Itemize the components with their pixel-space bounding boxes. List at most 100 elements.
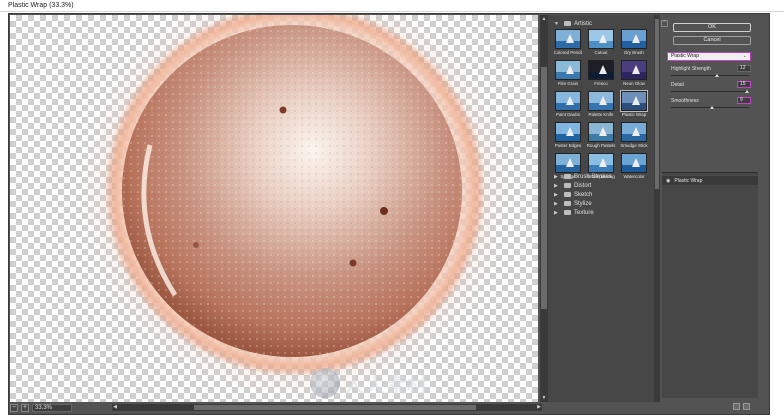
filter-thumbnail-image xyxy=(588,153,614,173)
filter-thumbnail-label: Colored Pencil xyxy=(553,50,583,55)
sailboat-icon xyxy=(566,34,574,43)
folder-label: Brush Strokes xyxy=(574,173,612,180)
folder-icon xyxy=(564,201,571,206)
folder-label: Artistic xyxy=(574,20,592,27)
folder-label: Texture xyxy=(574,209,594,216)
chevron-right-icon[interactable]: ▶ xyxy=(554,183,561,189)
chevron-right-icon[interactable]: ▶ xyxy=(554,192,561,198)
filter-folder[interactable]: ▶ Texture xyxy=(554,208,594,217)
preview-vertical-scrollbar[interactable]: ▲ ▼ xyxy=(540,15,548,402)
filter-folder[interactable]: ▶ Brush Strokes xyxy=(554,172,612,181)
filter-thumbnail-label: Fresco xyxy=(594,81,608,86)
filter-thumbnail[interactable]: Watercolor xyxy=(619,153,649,179)
chevron-right-icon[interactable]: ▶ xyxy=(554,210,561,216)
folder-label: Sketch xyxy=(574,191,593,198)
zoom-controls: − + 33.3% xyxy=(10,403,72,413)
filter-thumbnail[interactable]: Neon Glow xyxy=(619,60,649,86)
delete-effect-layer-icon[interactable] xyxy=(743,403,750,410)
filter-thumbnail-image xyxy=(555,91,581,111)
filter-thumbnail[interactable]: Plastic Wrap xyxy=(619,90,649,117)
scroll-left-icon[interactable]: ◀ xyxy=(112,404,118,411)
filter-type-select[interactable]: Plastic Wrap ⌄ xyxy=(667,52,751,61)
param-value-input[interactable]: 12 xyxy=(737,65,751,72)
filter-thumbnail[interactable]: Palette Knife xyxy=(586,91,616,117)
sailboat-icon xyxy=(599,34,607,43)
scrollbar-thumb[interactable] xyxy=(541,67,547,309)
filter-thumbnail[interactable]: Rough Pastels xyxy=(586,122,616,148)
slider-knob[interactable] xyxy=(745,90,749,93)
folder-label: Stylize xyxy=(574,200,592,207)
filter-thumbnail-image xyxy=(620,90,648,112)
folder-icon xyxy=(564,210,571,215)
filter-thumbnail[interactable]: Cutout xyxy=(586,29,616,55)
chevron-down-icon[interactable]: ▼ xyxy=(554,21,561,27)
filter-folder[interactable]: ▶ Sketch xyxy=(554,190,592,199)
filter-thumbnail-label: Smudge Stick xyxy=(620,143,648,148)
scrollbar-thumb[interactable] xyxy=(655,19,659,189)
watermark-logo xyxy=(310,368,340,398)
param-label: Detail xyxy=(671,82,684,88)
filter-thumbnail[interactable]: Film Grain xyxy=(553,60,583,86)
filter-thumbnail-image xyxy=(555,153,581,173)
new-effect-layer-icon[interactable] xyxy=(733,403,740,410)
filter-folder[interactable]: ▶ Distort xyxy=(554,181,591,190)
filter-thumbnail[interactable]: Colored Pencil xyxy=(553,29,583,55)
param-label: Smoothness xyxy=(671,98,699,104)
filter-thumbnail-label: Rough Pastels xyxy=(586,143,616,148)
chevron-right-icon[interactable]: ▶ xyxy=(554,201,561,207)
slider-track[interactable] xyxy=(671,75,749,76)
chevron-down-icon: ⌄ xyxy=(742,53,747,59)
filter-thumbnail-image xyxy=(588,60,614,80)
slider-knob[interactable] xyxy=(710,106,714,109)
filter-thumbnail-image xyxy=(555,60,581,80)
zoom-level-select[interactable]: 33.3% xyxy=(32,404,72,412)
sailboat-icon xyxy=(599,158,607,167)
filter-thumbnail[interactable]: Smudge Stick xyxy=(619,122,649,148)
sailboat-icon xyxy=(566,158,574,167)
sailboat-icon xyxy=(632,34,640,43)
cancel-button[interactable]: Cancel xyxy=(673,36,751,45)
scroll-right-icon[interactable]: ▶ xyxy=(536,404,542,411)
filter-thumbnail-image xyxy=(588,29,614,49)
effect-layer-row[interactable]: ◉ Plastic Wrap xyxy=(662,176,758,185)
param-value-input[interactable]: 15 xyxy=(737,81,751,88)
filter-thumbnail-label: Film Grain xyxy=(557,81,579,86)
filter-thumbnail-label: Plastic Wrap xyxy=(621,112,647,117)
preview-horizontal-scrollbar[interactable]: ◀ ▶ xyxy=(112,404,542,411)
slider-knob[interactable] xyxy=(715,74,719,77)
eye-icon[interactable]: ◉ xyxy=(666,178,670,184)
collapse-gallery-button[interactable]: ⌃ xyxy=(661,20,668,27)
sailboat-icon xyxy=(632,127,640,136)
gallery-scrollbar[interactable] xyxy=(654,15,660,402)
zoom-in-button[interactable]: + xyxy=(21,404,29,412)
filter-type-value: Plastic Wrap xyxy=(671,53,699,59)
slider-track[interactable] xyxy=(671,91,749,92)
filter-thumbnail[interactable]: Paint Daubs xyxy=(553,91,583,117)
filter-thumbnail[interactable]: Poster Edges xyxy=(553,122,583,148)
sailboat-icon xyxy=(566,65,574,74)
filter-thumbnail-label: Neon Glow xyxy=(623,81,645,86)
filter-thumbnail[interactable]: Fresco xyxy=(586,60,616,86)
preview-canvas[interactable] xyxy=(10,15,538,402)
filter-folder[interactable]: ▶ Stylize xyxy=(554,199,592,208)
zoom-out-button[interactable]: − xyxy=(10,404,18,412)
param-value-input[interactable]: 9 xyxy=(737,97,751,104)
scroll-down-icon[interactable]: ▼ xyxy=(541,395,547,401)
folder-label: Distort xyxy=(574,182,592,189)
filter-thumbnail[interactable]: Dry Brush xyxy=(619,29,649,55)
effect-layer-list: ◉ Plastic Wrap xyxy=(662,172,758,398)
scroll-up-icon[interactable]: ▲ xyxy=(541,16,547,22)
folder-artistic[interactable]: ▼ Artistic xyxy=(554,19,592,28)
folder-icon xyxy=(564,192,571,197)
filter-thumbnail-label: Poster Edges xyxy=(554,143,582,148)
scrollbar-thumb[interactable] xyxy=(194,405,476,410)
param-smoothness: Smoothness 9 xyxy=(671,97,753,114)
filter-thumbnail-image xyxy=(588,91,614,111)
folder-icon xyxy=(564,174,571,179)
filter-thumbnail-image xyxy=(588,122,614,142)
filter-thumbnail-label: Dry Brush xyxy=(624,50,644,55)
ok-button[interactable]: OK xyxy=(673,23,751,32)
window-titlebar: Plastic Wrap (33.3%) xyxy=(0,0,784,12)
preview-image xyxy=(80,15,510,400)
chevron-right-icon[interactable]: ▶ xyxy=(554,174,561,180)
